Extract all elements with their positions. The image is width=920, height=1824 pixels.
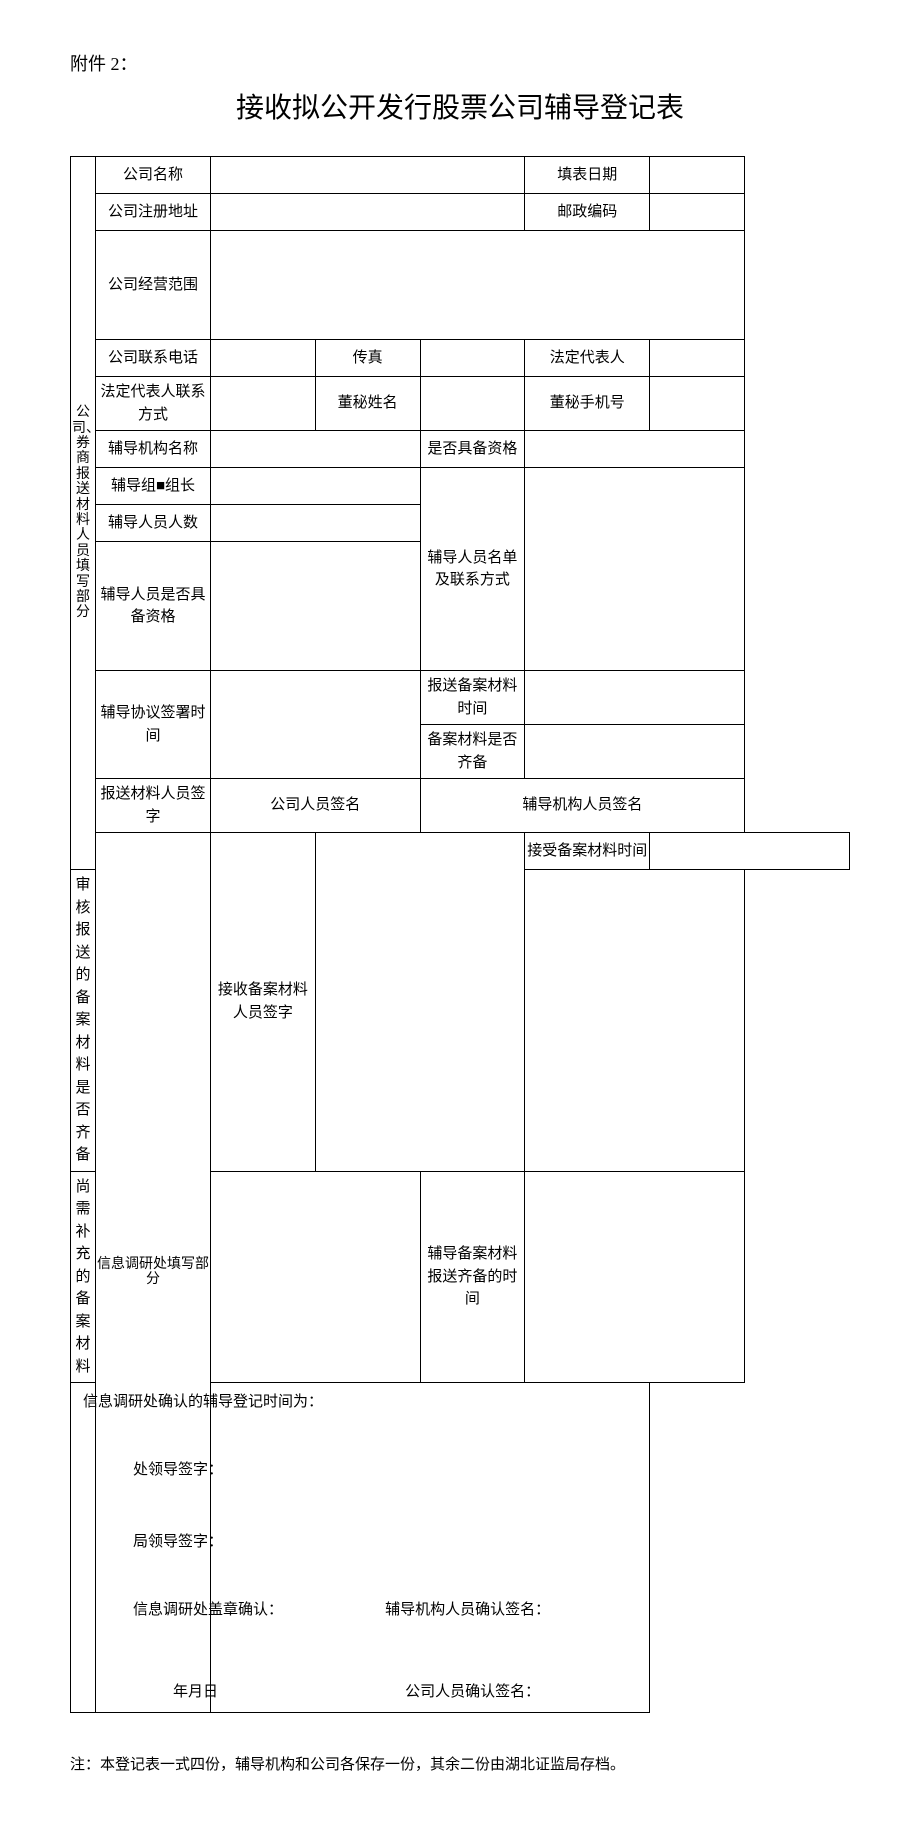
label-filing-complete: 备案材料是否齐备 (420, 725, 525, 779)
signature-block: 信息调研处确认的辅导登记时间为： 处领导签字： 局领导签字： 信息调研处盖章确认… (71, 1383, 650, 1713)
sig-company-confirm: 公司人员确认签名： (405, 1681, 637, 1704)
label-staff-count: 辅导人员人数 (96, 505, 211, 542)
sig-confirm-time: 信息调研处确认的辅导登记时间为： (83, 1391, 637, 1414)
label-qualified: 是否具备资格 (420, 431, 525, 468)
label-complete-time: 辅导备案材料报送齐备的时间 (420, 1171, 525, 1383)
label-company-addr: 公司注册地址 (96, 194, 211, 231)
value-legal-contact (211, 377, 316, 431)
value-staff-qual (211, 542, 421, 671)
label-protocol-time: 辅导协议签署时间 (96, 671, 211, 779)
value-filing-complete (525, 725, 745, 779)
label-phone: 公司联系电话 (96, 340, 211, 377)
sig-bureau-leader: 局领导签字： (83, 1531, 637, 1554)
value-fill-date (650, 157, 745, 194)
value-review-complete (525, 870, 745, 1172)
label-filing-time: 报送备案材料时间 (420, 671, 525, 725)
label-secretary-phone: 董秘手机号 (525, 377, 650, 431)
value-company-name (211, 157, 525, 194)
registration-table: 公司、券商报送材料人员填写部分 公司名称 填表日期 公司注册地址 邮政编码 公司… (70, 156, 850, 1713)
value-filing-time (525, 671, 745, 725)
value-company-addr (211, 194, 525, 231)
attachment-label: 附件 2： (70, 50, 850, 76)
value-secretary-phone (650, 377, 745, 431)
sig-date: 年月日 (83, 1681, 405, 1704)
value-leader (211, 468, 421, 505)
label-leader: 辅导组■组长 (96, 468, 211, 505)
label-sender-sign: 报送材料人员签字 (96, 779, 211, 833)
label-legal-rep: 法定代表人 (525, 340, 650, 377)
label-company-sign: 公司人员签名 (211, 779, 421, 833)
value-guidance-org (211, 431, 421, 468)
value-supplement (211, 1171, 421, 1383)
value-scope (211, 231, 745, 340)
value-legal-rep (650, 340, 745, 377)
value-postcode (650, 194, 745, 231)
label-accept-time: 接受备案材料时间 (525, 833, 650, 870)
label-receiver-sign: 接收备案材料人员签字 (211, 833, 316, 1172)
label-org-sign: 辅导机构人员签名 (420, 779, 745, 833)
label-postcode: 邮政编码 (525, 194, 650, 231)
sig-dept-leader: 处领导签字： (83, 1459, 637, 1482)
value-protocol-time (211, 671, 421, 779)
label-fill-date: 填表日期 (525, 157, 650, 194)
sig-org-confirm: 辅导机构人员确认签名： (385, 1599, 637, 1622)
value-accept-time (650, 833, 850, 870)
value-phone (211, 340, 316, 377)
label-staff-qual: 辅导人员是否具备资格 (96, 542, 211, 671)
value-secretary-name (420, 377, 525, 431)
footnote: 注：本登记表一式四份，辅导机构和公司各保存一份，其余二份由湖北证监局存档。 (70, 1753, 850, 1774)
label-review-complete: 审核报送的备案材料是否齐备 (71, 870, 96, 1172)
value-staff-list (525, 468, 745, 671)
label-guidance-org: 辅导机构名称 (96, 431, 211, 468)
value-qualified (525, 431, 745, 468)
value-staff-count (211, 505, 421, 542)
label-supplement: 尚需补充的备案材料 (71, 1171, 96, 1383)
value-receiver-sign (315, 833, 525, 1172)
value-fax (420, 340, 525, 377)
label-staff-list: 辅导人员名单及联系方式 (420, 468, 525, 671)
sig-dept-stamp: 信息调研处盖章确认： (83, 1599, 385, 1622)
label-fax: 传真 (315, 340, 420, 377)
label-scope: 公司经营范围 (96, 231, 211, 340)
label-legal-contact: 法定代表人联系方式 (96, 377, 211, 431)
value-complete-time (525, 1171, 745, 1383)
section1-header: 公司、券商报送材料人员填写部分 (71, 157, 96, 870)
page-title: 接收拟公开发行股票公司辅导登记表 (70, 86, 850, 126)
label-secretary-name: 董秘姓名 (315, 377, 420, 431)
label-company-name: 公司名称 (96, 157, 211, 194)
